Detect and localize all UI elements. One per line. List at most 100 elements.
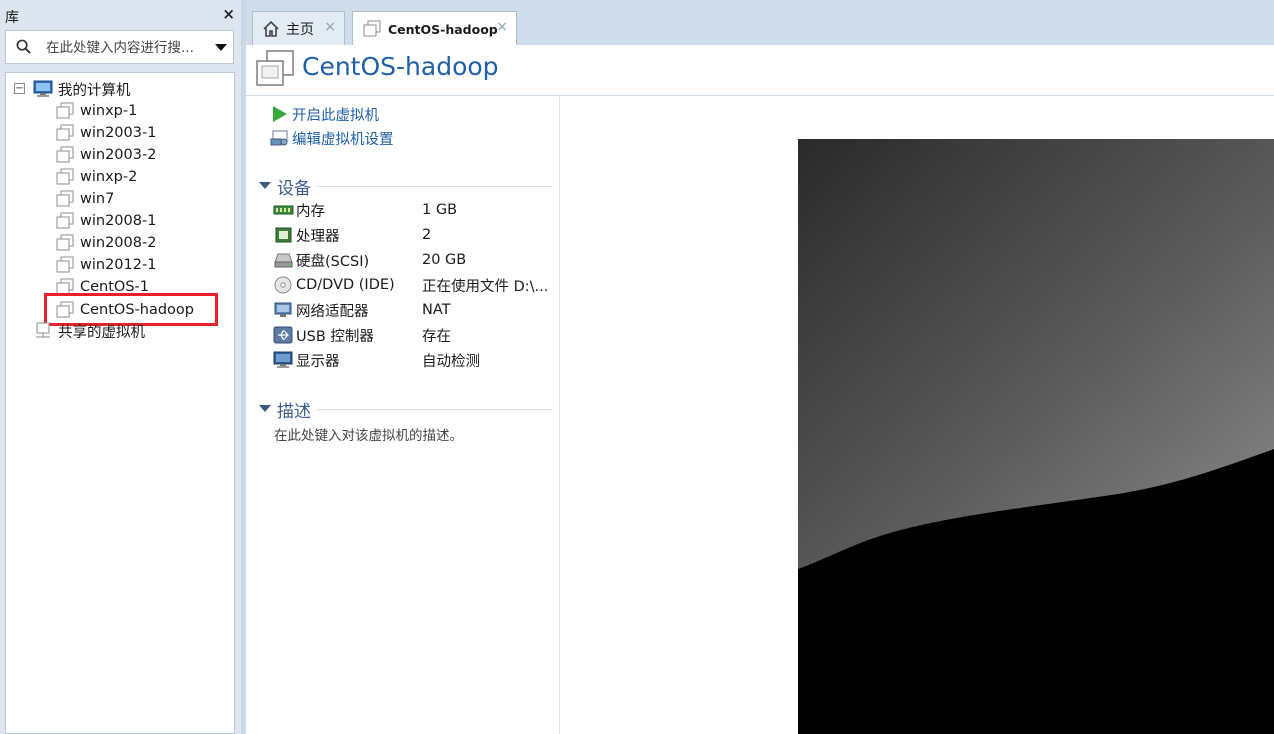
device-row-processor[interactable]: 处理器 2 [273,224,553,246]
tree-item-label: CentOS-1 [80,279,149,295]
tab-centos-hadoop[interactable]: CentOS-hadoop × [352,11,517,46]
tree-item-vm[interactable]: CentOS-1 [55,276,149,298]
library-header: 库 × [0,0,241,30]
play-icon [270,105,290,123]
section-divider [316,186,552,187]
hard-disk-icon [273,251,294,269]
tree-item-label: 共享的虚拟机 [58,324,145,341]
section-title: 设备 [277,179,311,199]
device-value: 1 GB [422,202,458,218]
power-on-vm-link[interactable]: 开启此虚拟机 [270,103,379,125]
vm-icon [55,234,75,252]
tree-item-vm[interactable]: win2008-1 [55,210,156,232]
network-adapter-icon [273,301,294,319]
settings-icon [270,129,290,147]
device-name: 内存 [296,203,325,220]
tab-bar: 主页 × CentOS-hadoop × [246,0,1274,46]
vm-title: CentOS-hadoop [302,52,499,81]
tree-item-label: win2003-2 [80,147,157,163]
vm-icon [55,301,75,319]
device-name: 网络适配器 [296,303,369,320]
vm-summary-panel: CentOS-hadoop 开启此虚拟机 编辑虚拟机设置 设备 内存 1 GB … [246,45,1274,734]
vm-screen-thumbnail[interactable] [798,139,1274,734]
device-value: 存在 [422,328,451,345]
library-search-box[interactable] [5,30,234,64]
tree-item-label: winxp-2 [80,169,138,185]
tab-close-button[interactable]: × [496,19,508,35]
tree-item-vm-selected[interactable]: CentOS-hadoop [44,293,218,326]
device-value: 自动检测 [422,353,480,370]
device-row-memory[interactable]: 内存 1 GB [273,199,553,221]
device-value: 20 GB [422,252,467,268]
vm-icon [363,20,381,37]
vm-header: CentOS-hadoop [246,45,1274,96]
vm-large-icon [256,50,294,86]
tree-item-label: win2008-1 [80,213,157,229]
tree-item-my-computer[interactable]: 我的计算机 [33,78,131,100]
vm-icon [55,256,75,274]
section-title: 描述 [277,402,311,422]
usb-icon [273,326,294,344]
tree-item-label: win7 [80,191,115,207]
tree-collapse-toggle[interactable]: − [14,83,25,94]
device-row-usb-controller[interactable]: USB 控制器 存在 [273,324,553,346]
tree-item-label: 我的计算机 [58,82,131,99]
tree-item-vm[interactable]: win2012-1 [55,254,156,276]
section-divider [316,409,552,410]
library-close-button[interactable]: × [222,5,235,23]
tree-item-vm[interactable]: win2008-2 [55,232,156,254]
vm-description-field[interactable]: 在此处键入对该虚拟机的描述。 [274,424,463,444]
processor-icon [273,226,294,244]
vm-icon [55,212,75,230]
vm-icon [55,102,75,120]
tree-item-label: win2008-2 [80,235,157,251]
vm-icon [55,124,75,142]
device-name: 显示器 [296,353,340,370]
shared-vms-icon [33,322,53,340]
tab-home[interactable]: 主页 × [252,11,345,45]
device-row-display[interactable]: 显示器 自动检测 [273,349,553,371]
tree-item-vm[interactable]: winxp-1 [55,100,137,122]
vm-icon [55,278,75,296]
tree-item-label: win2003-1 [80,125,157,141]
device-row-cd-dvd[interactable]: CD/DVD (IDE) 正在使用文件 D:\... [273,274,553,296]
collapse-triangle-icon[interactable] [259,405,271,412]
edit-vm-settings-link[interactable]: 编辑虚拟机设置 [270,127,394,149]
tree-item-vm[interactable]: win2003-1 [55,122,156,144]
tab-label: CentOS-hadoop [388,21,498,37]
action-label: 开启此虚拟机 [292,107,379,124]
home-icon [263,20,279,37]
library-title: 库 [5,10,19,26]
tree-item-shared-vms[interactable]: 共享的虚拟机 [33,320,145,342]
description-section-header[interactable]: 描述 [258,396,552,422]
device-name: CD/DVD (IDE) [296,277,395,293]
tree-item-label: winxp-1 [80,103,138,119]
tree-item-label: win2012-1 [80,257,157,273]
tab-close-button[interactable]: × [324,19,336,35]
device-row-network-adapter[interactable]: 网络适配器 NAT [273,299,553,321]
devices-section-header[interactable]: 设备 [258,173,552,199]
vm-preview-area [561,97,1274,734]
device-row-hard-disk[interactable]: 硬盘(SCSI) 20 GB [273,249,553,271]
computer-icon [33,80,53,98]
vm-icon [55,190,75,208]
library-pane: 库 × − 我的计算机 winxp-1 [0,0,241,734]
display-icon [273,351,294,369]
vm-icon [55,168,75,186]
tree-item-vm[interactable]: winxp-2 [55,166,137,188]
device-name: USB 控制器 [296,328,374,345]
tree-item-vm[interactable]: win2003-2 [55,144,156,166]
thumbnail-gradient-graphic [798,139,1274,734]
tree-item-vm[interactable]: win7 [55,188,114,210]
search-dropdown-icon[interactable] [215,44,227,51]
library-tree: − 我的计算机 winxp-1 win2003-1 win2003-2 winx… [5,72,235,734]
vm-icon [55,146,75,164]
device-value: 正在使用文件 D:\... [422,278,549,295]
main-area: 主页 × CentOS-hadoop × CentOS-hadoop 开启此虚拟… [246,0,1274,734]
vm-details-column: 开启此虚拟机 编辑虚拟机设置 设备 内存 1 GB 处理器 2 硬盘(SCSI)… [246,97,560,734]
library-search-input[interactable] [46,38,210,58]
tab-label: 主页 [286,21,314,38]
tree-item-label: CentOS-hadoop [80,301,194,318]
action-label: 编辑虚拟机设置 [292,131,394,148]
collapse-triangle-icon[interactable] [259,182,271,189]
